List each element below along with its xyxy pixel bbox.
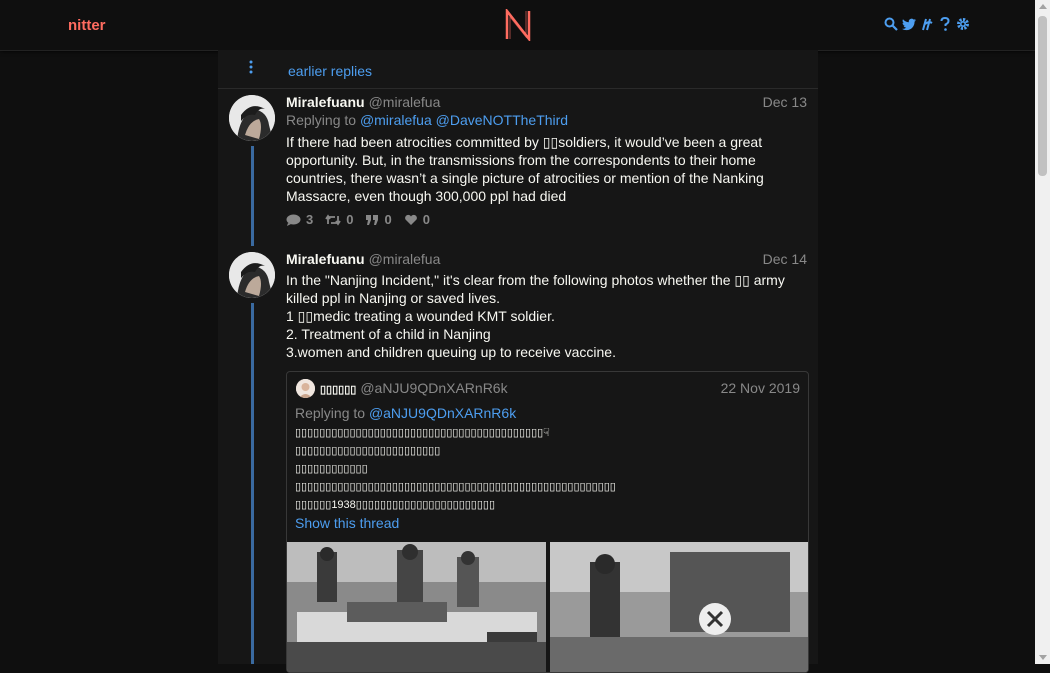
navbar: nitter xyxy=(0,0,1035,51)
retweet-icon xyxy=(325,213,341,226)
tweet[interactable]: Miralefuanu @miralefua Dec 14 In the "Nan… xyxy=(218,245,818,673)
earlier-replies-link[interactable]: earlier replies xyxy=(288,63,372,79)
username-link[interactable]: @miralefua xyxy=(369,94,441,110)
quote-count-value: 0 xyxy=(384,212,392,227)
avatar[interactable] xyxy=(229,95,275,141)
username-link[interactable]: @miralefua xyxy=(369,251,441,267)
search-icon[interactable] xyxy=(884,16,898,32)
attached-photo[interactable] xyxy=(287,542,546,672)
scrollbar-thumb[interactable] xyxy=(1038,16,1047,176)
brand-label: nitter xyxy=(68,17,106,34)
replying-to: Replying to @miralefua @DaveNOTTheThird xyxy=(286,112,568,128)
attached-photo[interactable] xyxy=(549,542,808,672)
quote-replying-to: Replying to @aNJU9QDnXARnR6k xyxy=(295,405,516,421)
comment-icon xyxy=(286,214,301,226)
nav-icons xyxy=(884,16,970,32)
rss-icon[interactable] xyxy=(920,16,934,32)
quote-username-link[interactable]: @aNJU9QDnXARnR6k xyxy=(360,380,507,396)
conversation-timeline: earlier replies Miralefuanu @miralefua De… xyxy=(218,50,818,673)
twitter-icon[interactable] xyxy=(902,16,916,32)
tweet-content: If there had been atrocities committed b… xyxy=(286,134,768,204)
help-icon[interactable] xyxy=(938,16,952,32)
heart-icon xyxy=(404,214,417,225)
quote-fullname-link[interactable]: ▯▯▯▯▯▯ xyxy=(320,384,356,396)
tweet-date-link[interactable]: Dec 14 xyxy=(763,251,807,267)
quote-count[interactable]: 0 xyxy=(365,212,392,227)
quote-icon xyxy=(366,214,379,225)
earlier-replies-row: earlier replies xyxy=(218,50,818,89)
quote-avatar[interactable] xyxy=(296,379,315,398)
retweet-count[interactable]: 0 xyxy=(325,212,353,227)
page-scrollbar[interactable] xyxy=(1035,0,1050,664)
quote-content: ▯▯▯▯▯▯▯▯▯▯▯▯▯▯▯▯▯▯▯▯▯▯▯▯▯▯▯▯▯▯▯▯▯▯▯▯▯▯▯▯… xyxy=(295,427,616,511)
more-replies-icon[interactable] xyxy=(249,60,255,78)
quote-replying-prefix: Replying to xyxy=(295,405,366,421)
settings-icon[interactable] xyxy=(956,16,970,32)
like-count[interactable]: 0 xyxy=(404,212,430,227)
nitter-logo-icon[interactable] xyxy=(504,9,532,41)
tweet-stats: 3 0 0 0 xyxy=(286,212,430,227)
reply-count-value: 3 xyxy=(306,212,314,227)
quote-media xyxy=(287,542,808,672)
fullname-link[interactable]: Miralefuanu xyxy=(286,251,365,267)
quote-date-link[interactable]: 22 Nov 2019 xyxy=(721,380,800,396)
like-count-value: 0 xyxy=(422,212,430,227)
tweet-header: Miralefuanu @miralefua Dec 13 xyxy=(286,94,807,112)
scroll-up-icon[interactable] xyxy=(1039,4,1047,9)
replying-to-link[interactable]: @DaveNOTTheThird xyxy=(436,112,568,128)
replying-prefix: Replying to xyxy=(286,112,357,128)
retweet-count-value: 0 xyxy=(346,212,354,227)
tweet-header: Miralefuanu @miralefua Dec 14 xyxy=(286,251,807,269)
reply-count[interactable]: 3 xyxy=(286,212,313,227)
tweet[interactable]: Miralefuanu @miralefua Dec 13 Replying to… xyxy=(218,88,818,244)
show-thread-link[interactable]: Show this thread xyxy=(295,515,399,531)
tweet-content: In the "Nanjing Incident," it's clear fr… xyxy=(286,272,785,360)
avatar[interactable] xyxy=(229,252,275,298)
quote-replying-to-link[interactable]: @aNJU9QDnXARnR6k xyxy=(369,405,516,421)
quote-header: ▯▯▯▯▯▯ @aNJU9QDnXARnR6k xyxy=(320,380,508,396)
replying-to-link[interactable]: @miralefua xyxy=(360,112,432,128)
tweet-date-link[interactable]: Dec 13 xyxy=(763,94,807,110)
brand-link[interactable]: nitter xyxy=(68,17,106,34)
scroll-down-icon[interactable] xyxy=(1039,655,1047,660)
quoted-tweet[interactable]: ▯▯▯▯▯▯ @aNJU9QDnXARnR6k 22 Nov 2019 Reply… xyxy=(286,371,809,673)
fullname-link[interactable]: Miralefuanu xyxy=(286,94,365,110)
